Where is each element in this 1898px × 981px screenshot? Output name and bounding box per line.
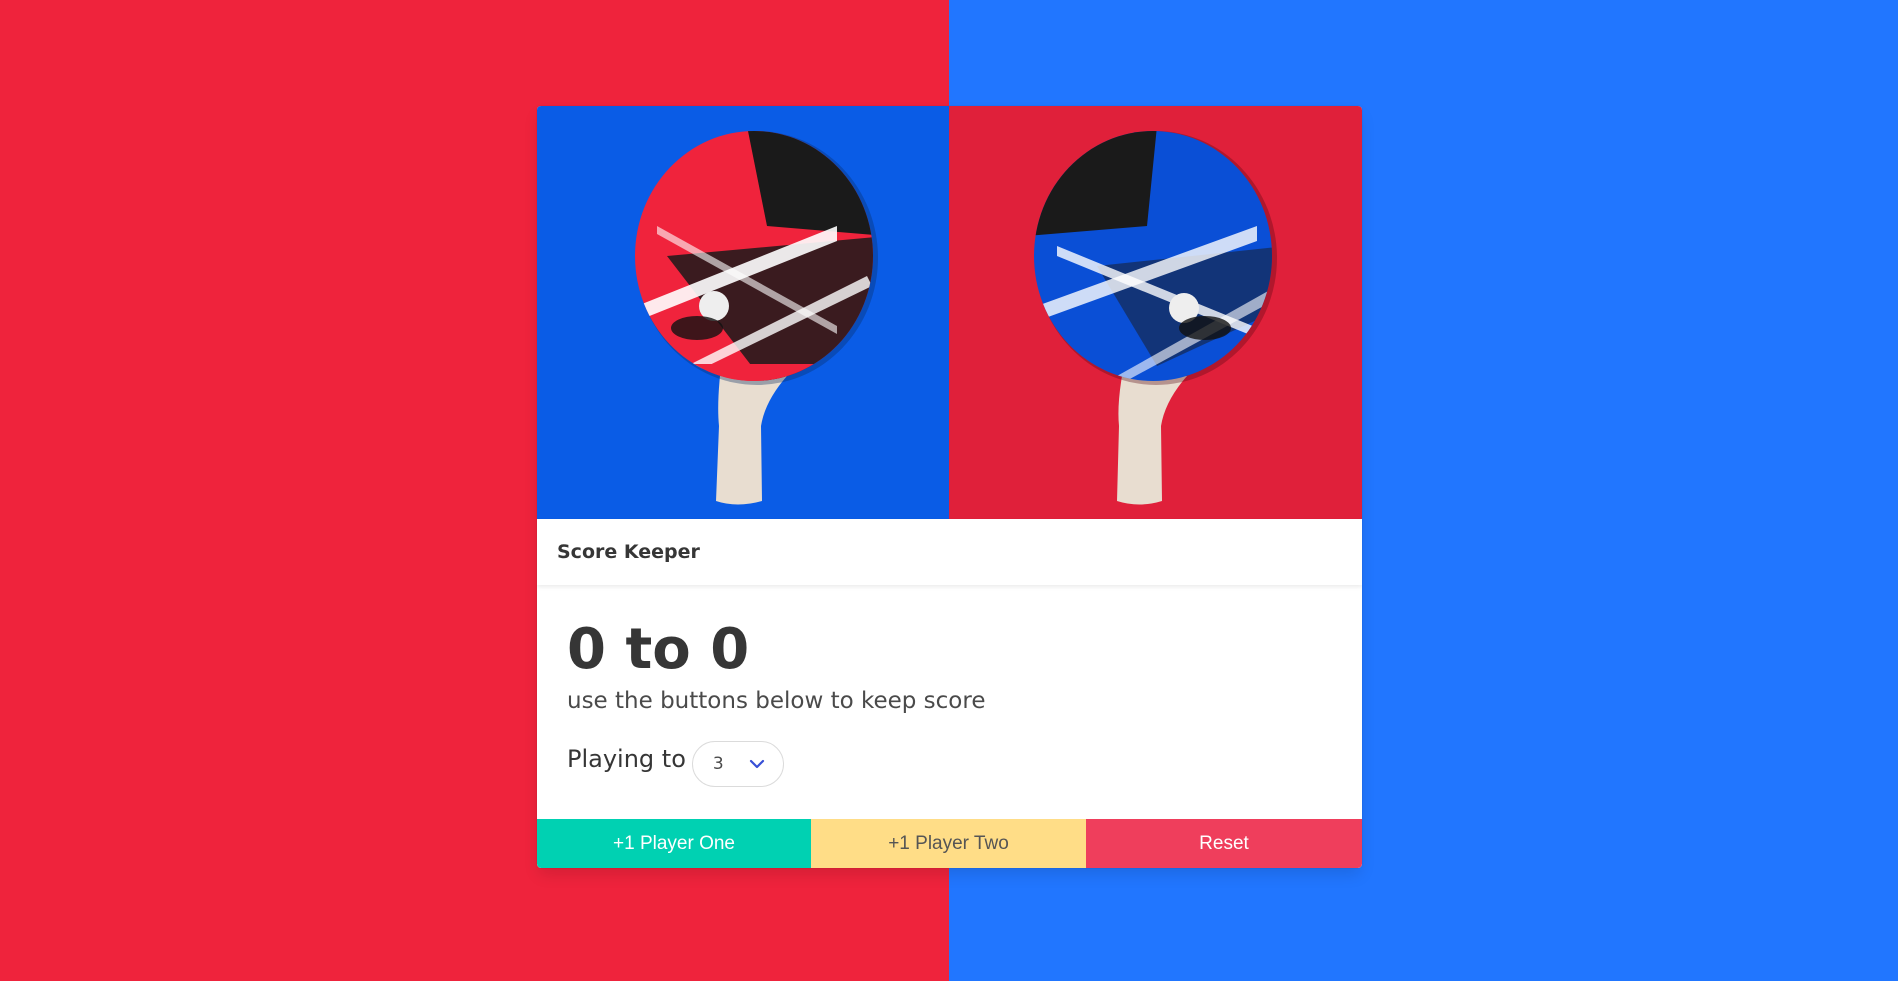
score-keeper-card: Score Keeper 0 to 0 use the buttons belo… (537, 106, 1362, 868)
chevron-down-icon (749, 759, 764, 769)
reset-button[interactable]: Reset (1086, 819, 1362, 868)
card-header: Score Keeper (537, 519, 1362, 585)
card-content: 0 to 0 use the buttons below to keep sco… (567, 606, 1337, 787)
playing-to-select[interactable]: 3 (691, 741, 784, 787)
player-two-button[interactable]: +1 Player Two (811, 819, 1086, 868)
card-footer: +1 Player One +1 Player Two Reset (537, 819, 1362, 868)
playing-to-row: Playing to 3 (567, 736, 1337, 787)
playing-to-label: Playing to (567, 744, 686, 773)
player-one-button[interactable]: +1 Player One (537, 819, 811, 868)
card-header-title: Score Keeper (557, 541, 700, 563)
score-display: 0 to 0 (567, 617, 750, 682)
playing-to-value: 3 (712, 754, 724, 774)
score-subtitle: use the buttons below to keep score (567, 688, 986, 714)
paddles-image (537, 106, 1362, 519)
